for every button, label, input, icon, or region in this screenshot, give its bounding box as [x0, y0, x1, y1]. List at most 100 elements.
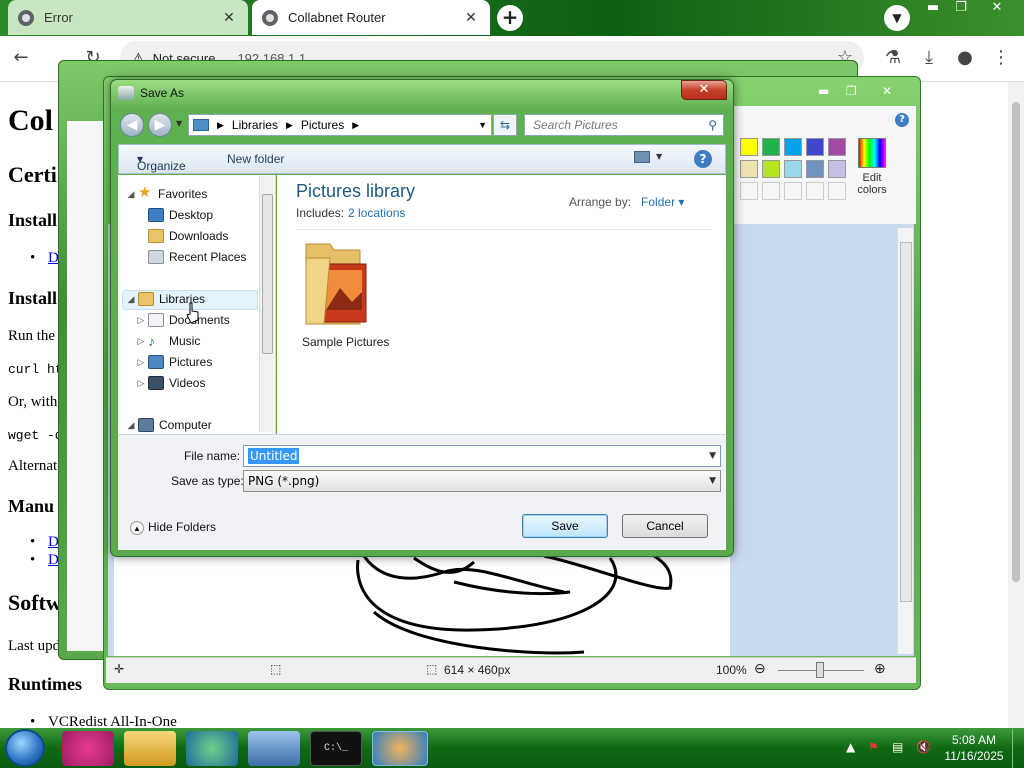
minimize-icon[interactable]: ▬ [818, 84, 829, 98]
tab-search-chevron-icon[interactable]: ▼ [884, 5, 910, 31]
back-arrow-icon[interactable]: ◀ [120, 113, 144, 137]
forward-arrow-icon[interactable]: ▶ [148, 113, 172, 137]
menu-dots-icon[interactable]: ⋮ [988, 46, 1014, 72]
empty-color-swatch[interactable] [828, 182, 846, 200]
taskbar-clock[interactable]: 5:08 AM 11/16/2025 [940, 732, 1008, 764]
collapse-arrow-icon[interactable]: ◢ [126, 184, 136, 204]
nav-item-videos[interactable]: ▷ Videos [118, 373, 258, 393]
search-icon[interactable]: ⚲ [708, 115, 717, 135]
color-swatch[interactable] [784, 160, 802, 178]
organize-button[interactable]: Organize ▾ [137, 152, 186, 173]
help-icon[interactable]: ? [895, 113, 909, 127]
back-arrow-icon[interactable]: ← [8, 46, 34, 72]
dialog-close-button[interactable]: ✕ [681, 80, 727, 100]
edit-colors-button[interactable]: Edit colors [854, 138, 890, 204]
action-center-flag-icon[interactable]: ⚑ [868, 740, 879, 754]
color-swatch[interactable] [806, 160, 824, 178]
color-swatch[interactable] [806, 138, 824, 156]
arrange-by-dropdown[interactable]: Folder ▾ [641, 195, 684, 209]
expand-arrow-icon[interactable]: ▷ [136, 352, 146, 372]
nav-item-computer[interactable]: ◢ Computer [118, 415, 258, 435]
help-icon[interactable]: ? [694, 150, 712, 168]
dialog-address-bar[interactable]: ▶ Libraries ▶ Pictures ▶ ▼ [188, 114, 492, 136]
network-icon[interactable]: ▤ [892, 740, 903, 754]
color-swatch[interactable] [784, 138, 802, 156]
nav-item-desktop[interactable]: Desktop [118, 205, 258, 225]
file-explorer-icon[interactable] [124, 731, 176, 766]
nav-scrollbar[interactable] [259, 176, 274, 432]
zoom-in-icon[interactable]: ⊕ [874, 660, 886, 677]
empty-color-swatch[interactable] [784, 182, 802, 200]
minimize-icon[interactable]: ▬ [918, 0, 948, 18]
restore-icon[interactable]: ❐ [946, 0, 976, 18]
breadcrumb-arrow-icon[interactable]: ▶ [352, 120, 359, 131]
color-swatch[interactable] [740, 160, 758, 178]
start-button[interactable] [5, 729, 45, 767]
drawing-canvas[interactable] [114, 552, 730, 656]
tab-error[interactable]: Error ✕ [8, 0, 248, 35]
empty-color-swatch[interactable] [740, 182, 758, 200]
search-input[interactable]: Search Pictures ⚲ [524, 114, 724, 136]
close-icon[interactable]: ✕ [882, 84, 892, 98]
locations-link[interactable]: 2 locations [348, 206, 405, 220]
volume-muted-icon[interactable]: 🔇 [916, 740, 931, 754]
close-window-icon[interactable]: ✕ [982, 0, 1012, 18]
empty-color-swatch[interactable] [762, 182, 780, 200]
empty-color-swatch[interactable] [806, 182, 824, 200]
zoom-slider-handle[interactable] [816, 662, 824, 678]
nav-item-recent-places[interactable]: Recent Places [118, 247, 258, 267]
color-swatch[interactable] [762, 160, 780, 178]
canvas-scrollbar[interactable] [897, 228, 913, 654]
color-swatch[interactable] [762, 138, 780, 156]
expand-arrow-icon[interactable]: ▷ [136, 373, 146, 393]
nav-item-favorites[interactable]: ◢ ★ Favorites [118, 184, 258, 204]
nav-item-downloads[interactable]: Downloads [118, 226, 258, 246]
show-desktop-button[interactable] [1012, 729, 1024, 768]
cancel-button[interactable]: Cancel [622, 514, 708, 538]
chevron-down-icon[interactable]: ▼ [709, 471, 716, 491]
new-tab-button[interactable]: + [497, 5, 523, 31]
recent-pages-chevron-icon[interactable]: ▼ [176, 119, 182, 128]
file-name-input[interactable]: Untitled ▼ [243, 445, 721, 467]
expand-arrow-icon[interactable]: ▷ [136, 331, 146, 351]
close-tab-icon[interactable]: ✕ [462, 9, 480, 26]
refresh-icon[interactable]: ⇆ [493, 114, 517, 136]
nav-item-pictures[interactable]: ▷ Pictures [118, 352, 258, 372]
show-hidden-icons-icon[interactable]: ▲ [846, 740, 855, 754]
command-prompt-icon[interactable]: C:\_ [310, 731, 362, 766]
new-folder-button[interactable]: New folder [227, 152, 284, 166]
collapse-arrow-icon[interactable]: ◢ [126, 415, 136, 435]
view-dropdown-icon[interactable]: ▼ [656, 152, 662, 161]
paint-taskbar-icon[interactable] [372, 731, 428, 766]
breadcrumb-arrow-icon[interactable]: ▶ [286, 120, 293, 131]
color-swatch[interactable] [828, 160, 846, 178]
control-panel-icon[interactable] [248, 731, 300, 766]
color-swatches[interactable] [740, 138, 850, 204]
change-view-icon[interactable] [634, 151, 650, 163]
page-scrollbar[interactable] [1008, 82, 1024, 728]
breadcrumb-libraries[interactable]: Libraries [232, 118, 278, 132]
color-swatch[interactable] [740, 138, 758, 156]
hide-folders-button[interactable]: ▲ Hide Folders [130, 520, 216, 535]
labs-flask-icon[interactable]: ⚗ [880, 46, 906, 72]
chevron-down-icon[interactable]: ▼ [709, 446, 716, 466]
taskbar-app-icon[interactable] [62, 731, 114, 766]
download-icon[interactable]: ⤓ [916, 46, 942, 72]
breadcrumb-arrow-icon[interactable]: ▶ [217, 120, 224, 131]
sample-pictures-folder[interactable] [300, 236, 376, 332]
browser-app-icon[interactable] [186, 731, 238, 766]
address-dropdown-icon[interactable]: ▼ [478, 120, 487, 130]
close-tab-icon[interactable]: ✕ [220, 9, 238, 26]
paint-window-controls[interactable]: ▬ ❐ ✕ [818, 84, 918, 100]
profile-avatar-icon[interactable]: ● [952, 46, 978, 72]
breadcrumb-pictures[interactable]: Pictures [301, 118, 344, 132]
restore-icon[interactable]: ❐ [846, 84, 857, 98]
save-type-select[interactable]: PNG (*.png) ▼ [243, 470, 721, 492]
nav-item-music[interactable]: ▷ ♪ Music [118, 331, 258, 351]
collapse-arrow-icon[interactable]: ◢ [126, 289, 136, 309]
tab-collabnet-router[interactable]: Collabnet Router ✕ [252, 0, 490, 35]
color-swatch[interactable] [828, 138, 846, 156]
expand-arrow-icon[interactable]: ▷ [136, 310, 146, 330]
zoom-out-icon[interactable]: ⊖ [754, 660, 766, 677]
save-button[interactable]: Save [522, 514, 608, 538]
